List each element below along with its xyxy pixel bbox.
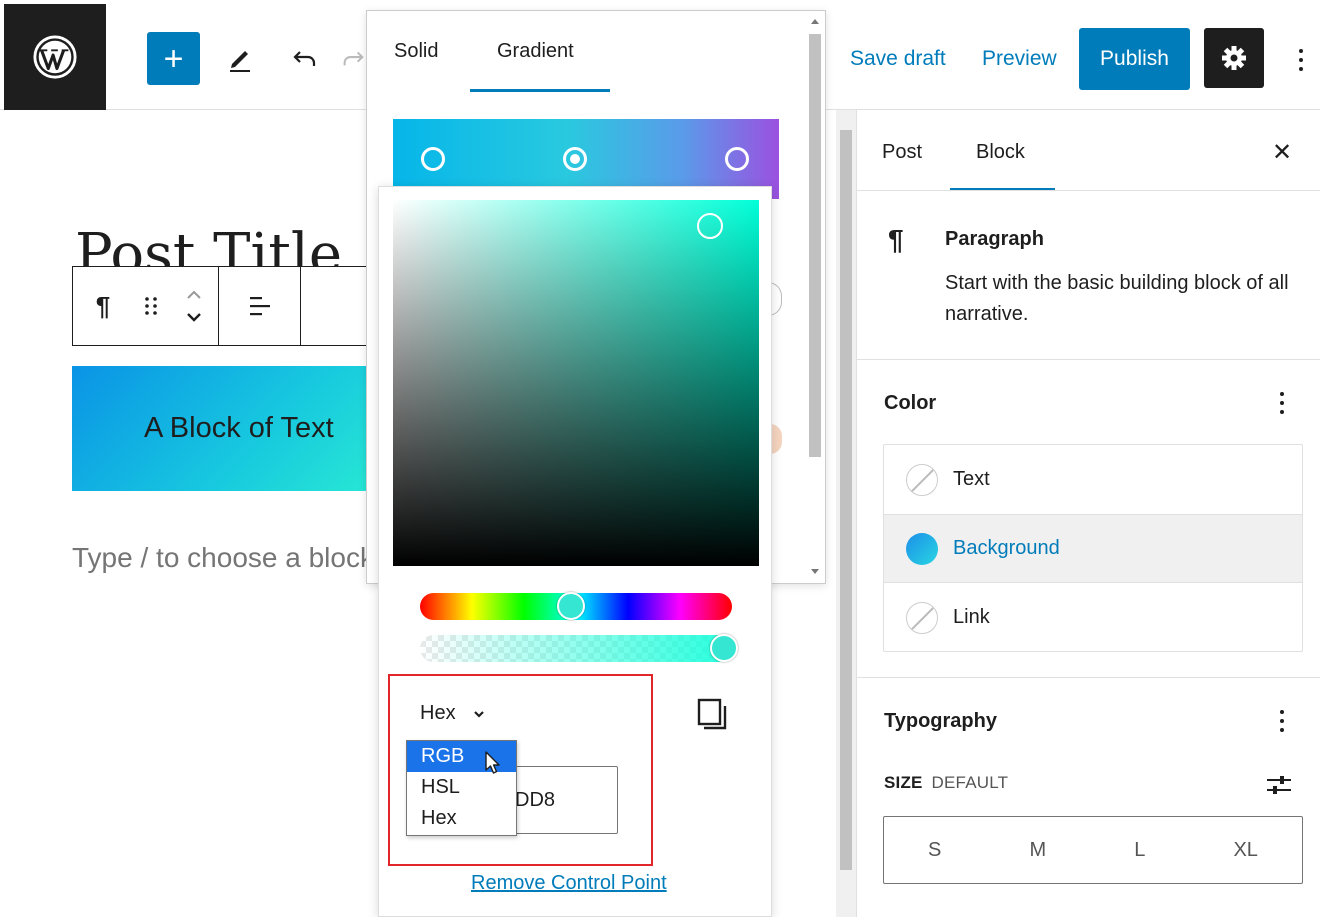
divider	[856, 359, 1320, 360]
color-panel-more-icon[interactable]	[1272, 388, 1292, 418]
save-draft-button[interactable]: Save draft	[850, 47, 946, 71]
paragraph-icon[interactable]: ¶	[73, 267, 133, 345]
align-text-icon[interactable]	[219, 267, 301, 345]
size-label-text: SIZE	[884, 773, 923, 792]
tab-post[interactable]: Post	[882, 141, 922, 164]
saturation-area[interactable]	[393, 200, 759, 566]
color-panel-title[interactable]: Color	[884, 392, 936, 415]
size-option-xl[interactable]: XL	[1233, 839, 1257, 862]
format-option-hsl[interactable]: HSL	[407, 772, 516, 803]
move-up-down-icon[interactable]	[169, 267, 219, 345]
undo-icon[interactable]	[285, 38, 325, 78]
control-point-3[interactable]	[725, 147, 749, 171]
font-size-label: SIZE DEFAULT	[884, 773, 1008, 793]
active-tab-indicator	[470, 89, 610, 92]
size-value-text: DEFAULT	[931, 773, 1009, 792]
drag-handle-icon[interactable]	[133, 267, 169, 345]
publish-button[interactable]: Publish	[1079, 28, 1190, 90]
copy-icon[interactable]	[694, 696, 730, 732]
more-options-icon[interactable]	[1286, 40, 1316, 80]
paragraph-block-icon: ¶	[888, 224, 904, 255]
saturation-handle[interactable]	[697, 213, 723, 239]
control-point-1[interactable]	[421, 147, 445, 171]
no-color-icon	[906, 463, 938, 496]
control-point-2[interactable]	[563, 147, 587, 171]
wordpress-glyph	[33, 35, 77, 79]
alpha-slider[interactable]	[420, 635, 732, 662]
close-icon[interactable]: ✕	[1268, 138, 1296, 166]
custom-size-settings-icon[interactable]	[1264, 770, 1294, 800]
font-size-picker: S M L XL	[883, 816, 1303, 884]
popover-scrollbar[interactable]	[806, 12, 824, 582]
no-color-icon	[906, 601, 938, 634]
paragraph-block[interactable]: A Block of Text	[72, 366, 372, 491]
tab-gradient[interactable]: Gradient	[497, 40, 574, 63]
color-item-label: Text	[953, 468, 990, 490]
hue-handle[interactable]	[557, 592, 585, 620]
wordpress-logo-icon[interactable]	[4, 4, 106, 110]
sidebar-scrollbar[interactable]	[836, 110, 856, 917]
color-item-background[interactable]: Background	[884, 514, 1302, 583]
remove-control-point-link[interactable]: Remove Control Point	[471, 872, 667, 895]
typography-panel-more-icon[interactable]	[1272, 706, 1292, 736]
mouse-pointer-icon	[484, 750, 504, 776]
color-item-link[interactable]: Link	[884, 583, 1302, 652]
block-name: Paragraph	[945, 228, 1044, 250]
color-settings-list: Text Background Link	[883, 444, 1303, 652]
color-item-text[interactable]: Text	[884, 445, 1302, 514]
format-option-hex[interactable]: Hex	[407, 803, 516, 834]
block-toolbar: ¶	[72, 266, 372, 346]
typography-panel-title[interactable]: Typography	[884, 710, 997, 733]
divider	[856, 190, 1320, 191]
divider	[856, 677, 1320, 678]
redo-icon[interactable]	[340, 38, 366, 78]
size-option-s[interactable]: S	[928, 839, 941, 862]
color-item-label: Background	[953, 537, 1060, 559]
tab-solid[interactable]: Solid	[394, 40, 438, 63]
alpha-handle[interactable]	[710, 634, 738, 662]
block-text: A Block of Text	[144, 412, 334, 444]
pencil-icon[interactable]	[220, 38, 260, 78]
size-option-m[interactable]: M	[1029, 839, 1046, 862]
settings-gear-icon[interactable]	[1204, 28, 1264, 88]
block-description: Start with the basic building block of a…	[945, 272, 1289, 325]
scrollbar-thumb[interactable]	[840, 130, 852, 870]
block-placeholder[interactable]: Type / to choose a block	[72, 542, 374, 574]
tab-block[interactable]: Block	[976, 141, 1025, 164]
size-option-l[interactable]: L	[1134, 839, 1145, 862]
preview-button[interactable]: Preview	[982, 47, 1057, 71]
color-item-label: Link	[953, 606, 990, 628]
gradient-swatch-icon	[906, 532, 938, 565]
add-block-button[interactable]: +	[147, 32, 200, 85]
